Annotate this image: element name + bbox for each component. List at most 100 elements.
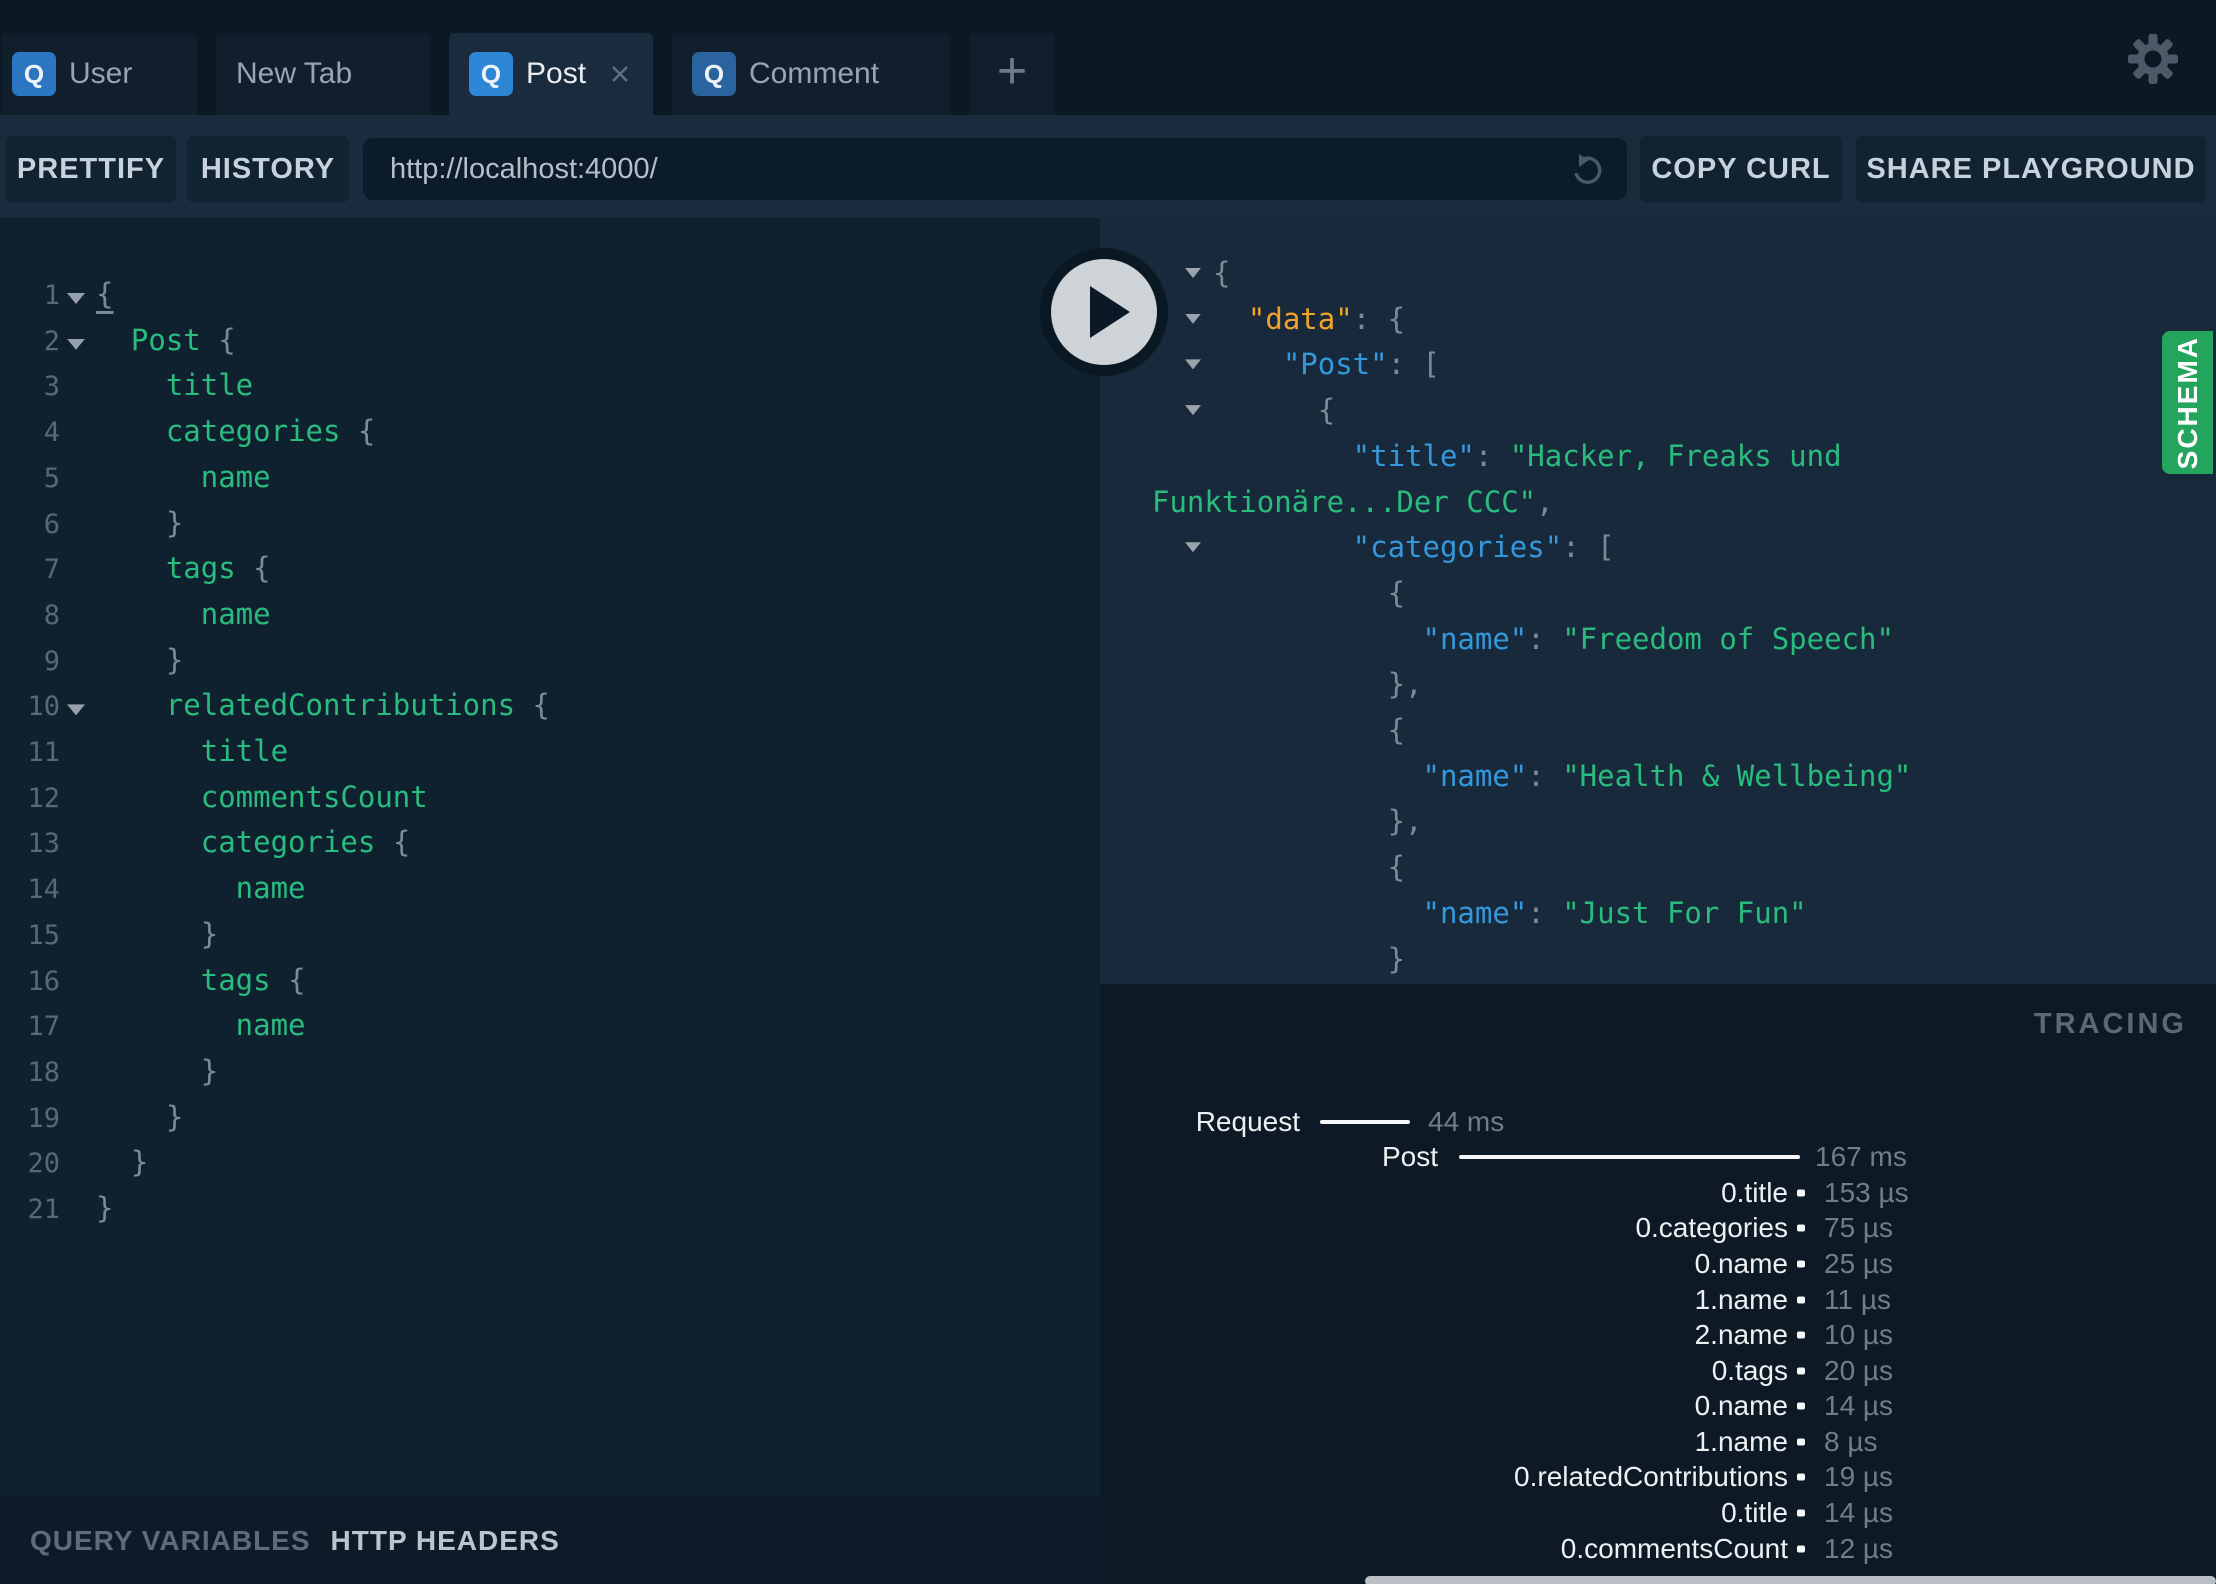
fold-arrow-icon[interactable]	[1185, 313, 1201, 324]
copy-curl-button[interactable]: COPY CURL	[1640, 136, 1842, 202]
line-number: 6	[43, 508, 60, 540]
tracing-row: 0.name 14 µs	[1100, 1389, 2216, 1425]
tracing-row: 1.name 8 µs	[1100, 1424, 2216, 1460]
code-line: 7 tags {	[0, 546, 1100, 592]
line-number: 11	[27, 737, 60, 769]
fold-arrow-spacer	[67, 430, 85, 441]
fold-arrow-icon[interactable]	[1185, 268, 1201, 278]
code-line: 1{	[0, 272, 1100, 318]
history-button[interactable]: HISTORY	[187, 136, 349, 202]
line-number: 13	[27, 828, 60, 860]
line-number: 2	[43, 325, 60, 357]
tracing-bar	[1797, 1189, 1805, 1197]
fold-arrow-icon[interactable]	[67, 704, 85, 716]
fold-arrow-spacer	[67, 1116, 85, 1127]
tracing-duration: 44 ms	[1428, 1105, 1505, 1137]
line-number: 4	[43, 417, 60, 449]
fold-arrow-icon[interactable]	[1185, 542, 1201, 553]
tab-label: New Tab	[236, 57, 353, 90]
line-number: 8	[43, 599, 60, 631]
endpoint-input[interactable]: http://localhost:4000/	[363, 138, 1627, 200]
line-number: 10	[27, 691, 60, 723]
tracing-bar	[1797, 1509, 1805, 1517]
tracing-duration: 12 µs	[1824, 1532, 1894, 1564]
tracing-label: 0.name	[1694, 1390, 1788, 1422]
fold-arrow-spacer	[67, 887, 85, 898]
query-editor[interactable]: 1{2 Post {3 title 4 categories {5 name 6 }…	[0, 218, 1100, 1497]
tab-new-tab[interactable]: New Tab	[216, 33, 430, 115]
reload-icon[interactable]	[1571, 151, 1607, 187]
execute-button[interactable]	[1040, 248, 1168, 376]
line-number: 16	[27, 965, 60, 997]
query-type-badge: Q	[692, 52, 736, 96]
tracing-duration: 10 µs	[1824, 1319, 1894, 1351]
line-number: 18	[27, 1056, 60, 1088]
graphql-playground: Q User New Tab Q Post Q Comment + PRETTIFY HIST…	[0, 0, 2216, 1584]
tracing-panel: TRACING Request 44 ms Post 167 ms 0.title 153…	[1100, 984, 2216, 1584]
tracing-row: 0.categories 75 µs	[1100, 1211, 2216, 1247]
fold-arrow-icon[interactable]	[1185, 405, 1201, 416]
tab-label: User	[69, 57, 133, 90]
tab-user[interactable]: Q User	[1, 33, 197, 115]
prettify-button[interactable]: PRETTIFY	[6, 136, 176, 202]
fold-arrow-icon[interactable]	[1185, 359, 1201, 370]
endpoint-url: http://localhost:4000/	[390, 152, 658, 185]
code-line: 10 relatedContributions {	[0, 683, 1100, 729]
fold-arrow-spacer	[67, 384, 85, 395]
code-line: 13 categories {	[0, 820, 1100, 866]
tab-add[interactable]: +	[969, 33, 1055, 115]
code-line: "Post": [	[1152, 342, 2202, 388]
fold-arrow-spacer	[67, 659, 85, 670]
tracing-label: 0.title	[1721, 1176, 1788, 1208]
schema-tab[interactable]: SCHEMA	[2162, 331, 2213, 474]
code-line: 3 title	[0, 363, 1100, 409]
fold-arrow-spacer	[67, 841, 85, 852]
tracing-duration: 75 µs	[1824, 1212, 1894, 1244]
tracing-label: 1.name	[1694, 1283, 1788, 1315]
line-number: 21	[27, 1194, 60, 1226]
tracing-label: 0.commentsCount	[1560, 1532, 1788, 1564]
code-line: 18 }	[0, 1049, 1100, 1095]
fold-arrow-spacer	[67, 613, 85, 624]
close-tab-icon[interactable]	[608, 62, 632, 86]
code-line: {	[1213, 850, 1406, 885]
tracing-bar	[1797, 1224, 1805, 1232]
query-variables-tab[interactable]: QUERY VARIABLES	[30, 1525, 311, 1557]
tracing-bar	[1797, 1260, 1805, 1268]
fold-arrow-icon[interactable]	[67, 293, 85, 304]
code-line: "name": "Freedom of Speech"	[1213, 621, 1894, 656]
tab-post[interactable]: Q Post	[449, 33, 653, 115]
code-line: "name": "Just For Fun"	[1213, 895, 1807, 930]
tracing-scrollbar[interactable]	[1365, 1576, 2216, 1584]
tracing-bar	[1797, 1402, 1805, 1410]
tracing-label: 0.categories	[1635, 1212, 1788, 1244]
code-line: 9 }	[0, 638, 1100, 684]
query-type-badge: Q	[469, 52, 513, 96]
tracing-label: 0.tags	[1711, 1354, 1788, 1386]
tracing-bar	[1797, 1296, 1805, 1304]
code-line: 20 }	[0, 1140, 1100, 1186]
http-headers-tab[interactable]: HTTP HEADERS	[331, 1525, 560, 1557]
line-number: 9	[43, 645, 60, 677]
settings-gear-icon[interactable]	[2127, 33, 2179, 85]
code-line: 2 Post {	[0, 318, 1100, 364]
tracing-duration: 11 µs	[1824, 1283, 1891, 1315]
code-line: {	[1152, 388, 2202, 434]
query-type-badge: Q	[12, 52, 56, 96]
code-line: 12 commentsCount	[0, 775, 1100, 821]
tracing-row: 0.title 14 µs	[1100, 1495, 2216, 1531]
fold-arrow-spacer	[67, 567, 85, 578]
share-playground-button[interactable]: SHARE PLAYGROUND	[1856, 136, 2206, 202]
tab-label: Post	[526, 57, 587, 90]
tracing-duration: 20 µs	[1824, 1354, 1894, 1386]
line-number: 7	[43, 554, 60, 586]
code-line: 16 tags {	[0, 958, 1100, 1004]
code-line: 17 name	[0, 1003, 1100, 1049]
tracing-label: 0.name	[1694, 1248, 1788, 1280]
tracing-label: 0.relatedContributions	[1514, 1461, 1788, 1493]
code-line: {	[1213, 575, 1406, 610]
tab-comment[interactable]: Q Comment	[672, 33, 950, 115]
line-number: 17	[27, 1011, 60, 1043]
code-line: {	[1152, 251, 2202, 297]
fold-arrow-icon[interactable]	[67, 338, 85, 350]
